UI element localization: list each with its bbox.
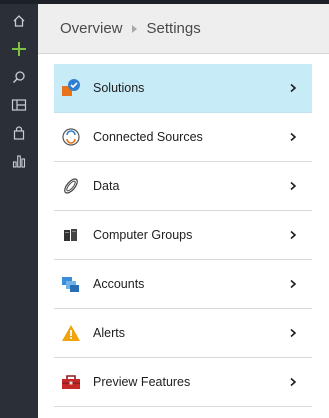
menu-item-data[interactable]: Data: [54, 162, 312, 211]
chevron-right-icon: [284, 275, 302, 293]
bar-chart-icon[interactable]: [0, 150, 38, 172]
toolbox-icon: [60, 371, 82, 393]
shopping-bag-icon[interactable]: [0, 122, 38, 144]
menu-item-accounts[interactable]: Accounts: [54, 260, 312, 309]
breadcrumb-overview[interactable]: Overview: [60, 20, 123, 37]
panel-icon[interactable]: [0, 94, 38, 116]
menu-item-connected-sources[interactable]: Connected Sources: [54, 113, 312, 162]
menu-item-label: Connected Sources: [93, 130, 203, 144]
settings-blade: Overview Settings Solutions Connected So…: [38, 0, 329, 418]
search-icon[interactable]: [0, 66, 38, 88]
menu-item-label: Computer Groups: [93, 228, 193, 242]
chevron-right-icon: [284, 177, 302, 195]
menu-item-solutions[interactable]: Solutions: [54, 64, 312, 113]
chevron-right-icon: [284, 128, 302, 146]
menu-item-label: Solutions: [93, 81, 145, 95]
menu-item-computer-groups[interactable]: Computer Groups: [54, 211, 312, 260]
menu-item-label: Data: [93, 179, 120, 193]
breadcrumb: Overview Settings: [38, 4, 329, 54]
connected-sources-icon: [60, 126, 82, 148]
data-icon: [60, 175, 82, 197]
menu-item-alerts[interactable]: Alerts: [54, 309, 312, 358]
computer-groups-icon: [60, 224, 82, 246]
menu-item-preview-features[interactable]: Preview Features: [54, 358, 312, 407]
accounts-icon: [60, 273, 82, 295]
home-icon[interactable]: [0, 10, 38, 32]
chevron-right-icon: [284, 373, 302, 391]
solutions-icon: [60, 77, 82, 99]
chevron-right-icon: [284, 79, 302, 97]
breadcrumb-separator-icon: [131, 24, 137, 33]
breadcrumb-settings: Settings: [146, 20, 201, 37]
menu-item-label: Alerts: [93, 326, 125, 340]
nav-rail: [0, 0, 38, 418]
chevron-right-icon: [284, 324, 302, 342]
menu-item-label: Accounts: [93, 277, 145, 291]
chevron-right-icon: [284, 226, 302, 244]
alert-icon: [60, 322, 82, 344]
plus-icon[interactable]: [0, 38, 38, 60]
menu-item-label: Preview Features: [93, 375, 191, 389]
